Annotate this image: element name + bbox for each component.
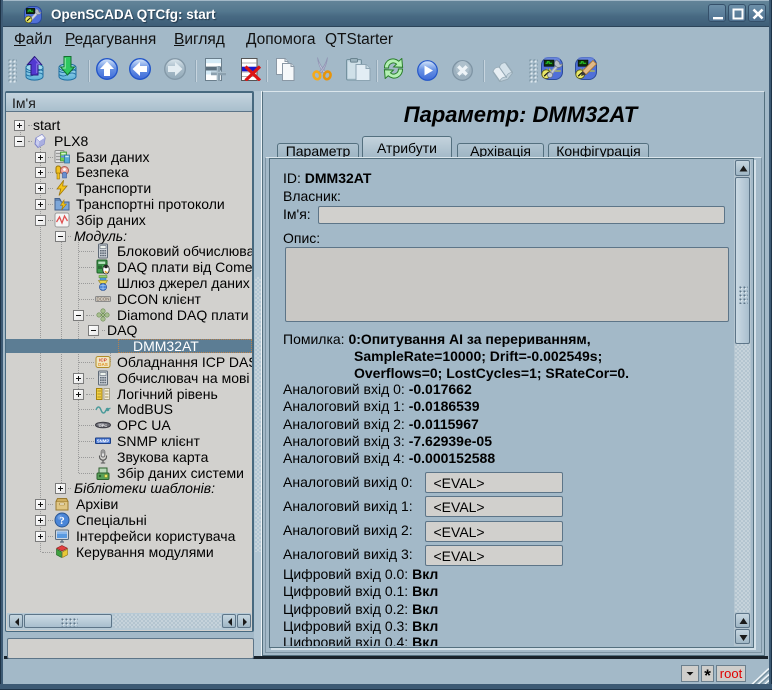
svg-text:OPC: OPC: [99, 423, 108, 428]
svg-text:SNMP: SNMP: [97, 439, 110, 444]
svg-text:DAS: DAS: [98, 362, 108, 367]
svg-text:DCON: DCON: [97, 297, 110, 302]
svg-text:?: ?: [59, 515, 65, 527]
